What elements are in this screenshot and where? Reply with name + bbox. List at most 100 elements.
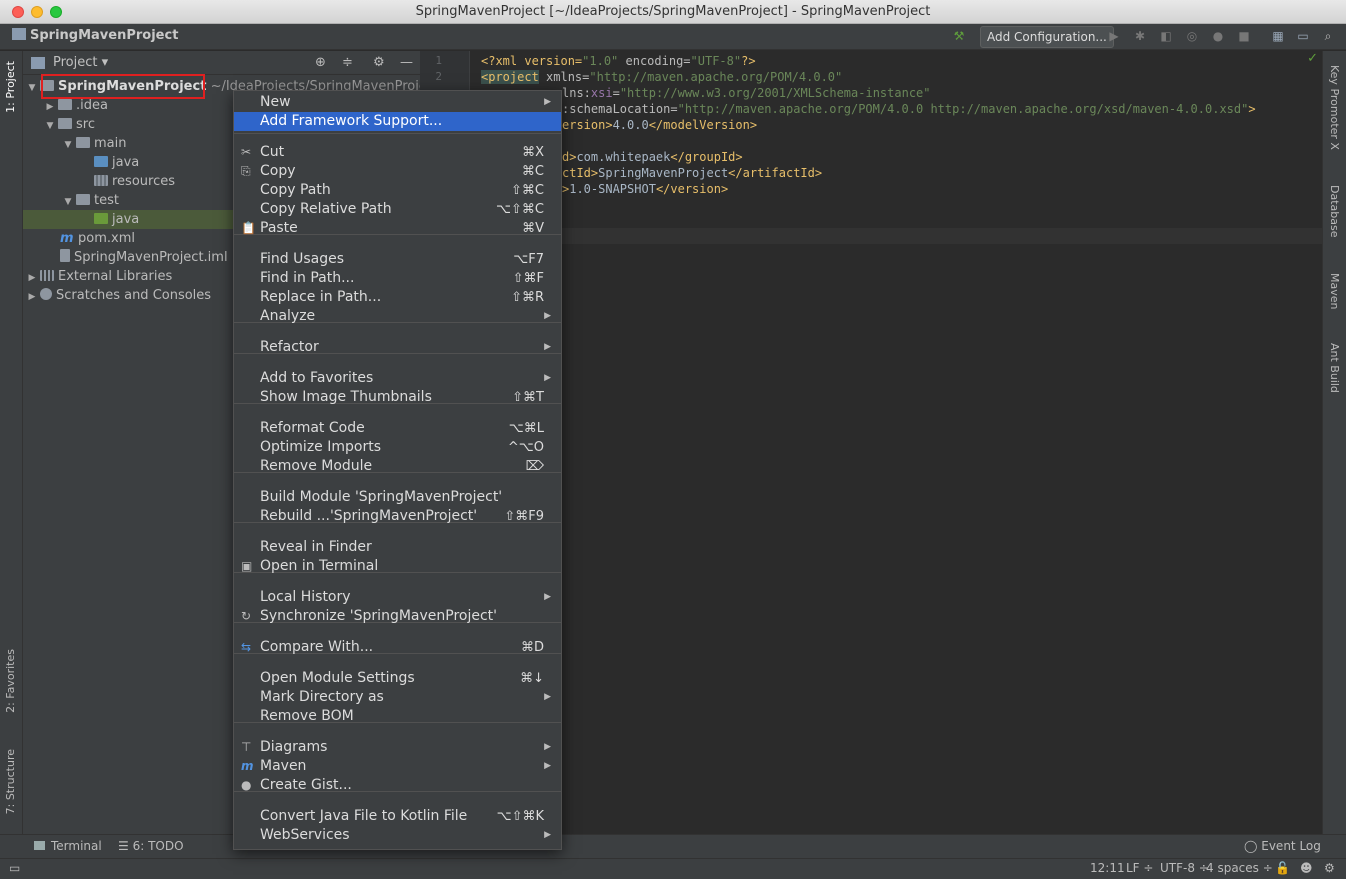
notifications-icon[interactable]: ⚙ bbox=[1324, 861, 1335, 875]
tab-maven[interactable]: Maven bbox=[1328, 273, 1341, 309]
menu-item-label: Compare With... bbox=[260, 639, 374, 655]
menu-item-paste[interactable]: 📋 Paste ⌘V bbox=[234, 219, 561, 238]
tab-project[interactable]: 1: Project bbox=[4, 61, 17, 113]
menu-item-maven[interactable]: m Maven ▶ bbox=[234, 757, 561, 776]
menu-item-reformat-code[interactable]: Reformat Code ⌥⌘L bbox=[234, 419, 561, 438]
attach-icon[interactable]: ● bbox=[1211, 29, 1225, 43]
project-structure-icon[interactable]: ▦ bbox=[1271, 29, 1285, 43]
menu-item-copy-path[interactable]: Copy Path ⇧⌘C bbox=[234, 181, 561, 200]
file-icon bbox=[60, 249, 70, 262]
nav-project-breadcrumb[interactable]: SpringMavenProject bbox=[12, 28, 178, 43]
code-line: ersion>4.0.0</modelVersion> bbox=[562, 118, 758, 132]
lock-icon[interactable]: 🔓 bbox=[1275, 861, 1290, 875]
maven-icon: m bbox=[60, 231, 74, 246]
status-bar: ▭ 12:11 LF ÷ UTF-8 ÷ 4 spaces ÷ 🔓 ☻ ⚙ bbox=[0, 858, 1346, 879]
terminal-icon: ▣ bbox=[241, 559, 253, 573]
gear-icon[interactable]: ⚙ bbox=[373, 55, 385, 70]
menu-item-label: Reveal in Finder bbox=[260, 539, 372, 555]
menu-item-copy[interactable]: ⎘ Copy ⌘C bbox=[234, 162, 561, 181]
test-folder-icon bbox=[94, 213, 108, 224]
menu-item-show-image-thumbnails[interactable]: Show Image Thumbnails ⇧⌘T bbox=[234, 388, 561, 407]
menu-item-mark-directory-as[interactable]: Mark Directory as ▶ bbox=[234, 688, 561, 707]
project-view-selector[interactable]: Project ▾ bbox=[53, 55, 108, 70]
add-configuration-button[interactable]: Add Configuration... bbox=[980, 26, 1114, 48]
menu-item-label: Open Module Settings bbox=[260, 670, 415, 686]
copy-icon: ⎘ bbox=[241, 164, 251, 178]
menu-item-find-in-path[interactable]: Find in Path... ⇧⌘F bbox=[234, 269, 561, 288]
file-encoding[interactable]: UTF-8 ÷ bbox=[1160, 861, 1209, 875]
menu-item-local-history[interactable]: Local History ▶ bbox=[234, 588, 561, 607]
tab-structure[interactable]: 7: Structure bbox=[4, 749, 17, 814]
hector-icon[interactable]: ☻ bbox=[1300, 861, 1313, 875]
menu-item-label: Remove Module bbox=[260, 458, 373, 474]
search-icon[interactable]: ⌕ bbox=[1321, 29, 1335, 43]
menu-item-replace-in-path[interactable]: Replace in Path... ⇧⌘R bbox=[234, 288, 561, 307]
scratches-icon bbox=[40, 288, 52, 300]
indent-setting[interactable]: 4 spaces ÷ bbox=[1206, 861, 1273, 875]
menu-item-shortcut: ⌘D bbox=[520, 640, 544, 655]
menu-item-label: Maven bbox=[260, 758, 307, 774]
run-icon[interactable]: ▶ bbox=[1107, 29, 1121, 43]
terminal-tab[interactable]: Terminal bbox=[34, 839, 102, 853]
debug-icon[interactable]: ✱ bbox=[1133, 29, 1147, 43]
inspection-ok-icon[interactable]: ✓ bbox=[1307, 51, 1318, 66]
menu-item-remove-module[interactable]: Remove Module ⌦ bbox=[234, 457, 561, 476]
submenu-arrow-icon: ▶ bbox=[544, 830, 551, 840]
menu-item-label: Analyze bbox=[260, 308, 316, 324]
project-view-icon bbox=[31, 57, 45, 69]
hide-panel-icon[interactable]: — bbox=[400, 55, 413, 70]
menu-item-remove-bom[interactable]: Remove BOM bbox=[234, 707, 561, 726]
menu-item-cut[interactable]: ✂ Cut ⌘X bbox=[234, 143, 561, 162]
menu-item-analyze[interactable]: Analyze ▶ bbox=[234, 307, 561, 326]
menu-item-add-to-favorites[interactable]: Add to Favorites ▶ bbox=[234, 369, 561, 388]
menu-item-label: Copy bbox=[260, 163, 296, 179]
menu-item-shortcut: ⌥⇧⌘C bbox=[496, 202, 544, 217]
zoom-window-button[interactable] bbox=[50, 6, 62, 18]
menu-item-find-usages[interactable]: Find Usages ⌥F7 bbox=[234, 250, 561, 269]
menu-item-copy-relative-path[interactable]: Copy Relative Path ⌥⇧⌘C bbox=[234, 200, 561, 219]
menu-item-webservices[interactable]: WebServices ▶ bbox=[234, 826, 561, 845]
code-line: <?xml version="1.0" encoding="UTF-8"?> bbox=[481, 54, 756, 68]
tab-favorites[interactable]: 2: Favorites bbox=[4, 649, 17, 713]
menu-item-shortcut: ⇧⌘F9 bbox=[504, 509, 544, 524]
coverage-icon[interactable]: ◧ bbox=[1159, 29, 1173, 43]
menu-item-create-gist[interactable]: ● Create Gist... bbox=[234, 776, 561, 795]
menu-item-diagrams[interactable]: ⊤ Diagrams ▶ bbox=[234, 738, 561, 757]
folder-icon bbox=[76, 194, 90, 205]
menu-item-rebuild-springmavenproject[interactable]: Rebuild ...'SpringMavenProject' ⇧⌘F9 bbox=[234, 507, 561, 526]
collapse-all-icon[interactable]: ≑ bbox=[342, 55, 353, 70]
menu-item-compare-with[interactable]: ⇆ Compare With... ⌘D bbox=[234, 638, 561, 657]
todo-tab[interactable]: ☰ 6: TODO bbox=[118, 839, 184, 853]
menu-item-new[interactable]: New ▶ bbox=[234, 93, 561, 112]
close-window-button[interactable] bbox=[12, 6, 24, 18]
line-separator[interactable]: LF ÷ bbox=[1126, 861, 1153, 875]
caret-position[interactable]: 12:11 bbox=[1090, 861, 1125, 875]
tab-ant-build[interactable]: Ant Build bbox=[1328, 343, 1341, 393]
menu-item-open-in-terminal[interactable]: ▣ Open in Terminal bbox=[234, 557, 561, 576]
menu-item-label: WebServices bbox=[260, 827, 350, 843]
menu-item-synchronize-springmavenproject[interactable]: ↻ Synchronize 'SpringMavenProject' bbox=[234, 607, 561, 626]
profile-icon[interactable]: ◎ bbox=[1185, 29, 1199, 43]
menu-item-label: Local History bbox=[260, 589, 351, 605]
event-log-tab[interactable]: ◯ Event Log bbox=[1244, 839, 1321, 853]
menu-item-reveal-in-finder[interactable]: Reveal in Finder bbox=[234, 538, 561, 557]
menu-item-open-module-settings[interactable]: Open Module Settings ⌘↓ bbox=[234, 669, 561, 688]
highlight-box bbox=[41, 74, 205, 99]
menu-item-refactor[interactable]: Refactor ▶ bbox=[234, 338, 561, 357]
menu-item-add-framework-support[interactable]: Add Framework Support... bbox=[234, 112, 561, 131]
menu-item-convert-java-file-to-kotlin-file[interactable]: Convert Java File to Kotlin File ⌥⇧⌘K bbox=[234, 807, 561, 826]
maven-icon: m bbox=[241, 759, 254, 773]
menu-item-optimize-imports[interactable]: Optimize Imports ^⌥O bbox=[234, 438, 561, 457]
layout-toggle-icon[interactable]: ▭ bbox=[9, 861, 20, 875]
line-number: 1 bbox=[435, 54, 442, 67]
menu-item-build-module-springmavenproject[interactable]: Build Module 'SpringMavenProject' bbox=[234, 488, 561, 507]
locate-icon[interactable]: ⊕ bbox=[315, 55, 326, 70]
stop-icon[interactable]: ■ bbox=[1237, 29, 1251, 43]
tab-key-promoter[interactable]: Key Promoter X bbox=[1328, 65, 1341, 150]
layout-icon[interactable]: ▭ bbox=[1296, 29, 1310, 43]
tab-database[interactable]: Database bbox=[1328, 185, 1341, 238]
minimize-window-button[interactable] bbox=[31, 6, 43, 18]
build-hammer-icon[interactable]: ⚒ bbox=[952, 29, 966, 43]
current-line-highlight bbox=[471, 228, 1322, 244]
code-line: ctId>SpringMavenProject</artifactId> bbox=[562, 166, 823, 180]
